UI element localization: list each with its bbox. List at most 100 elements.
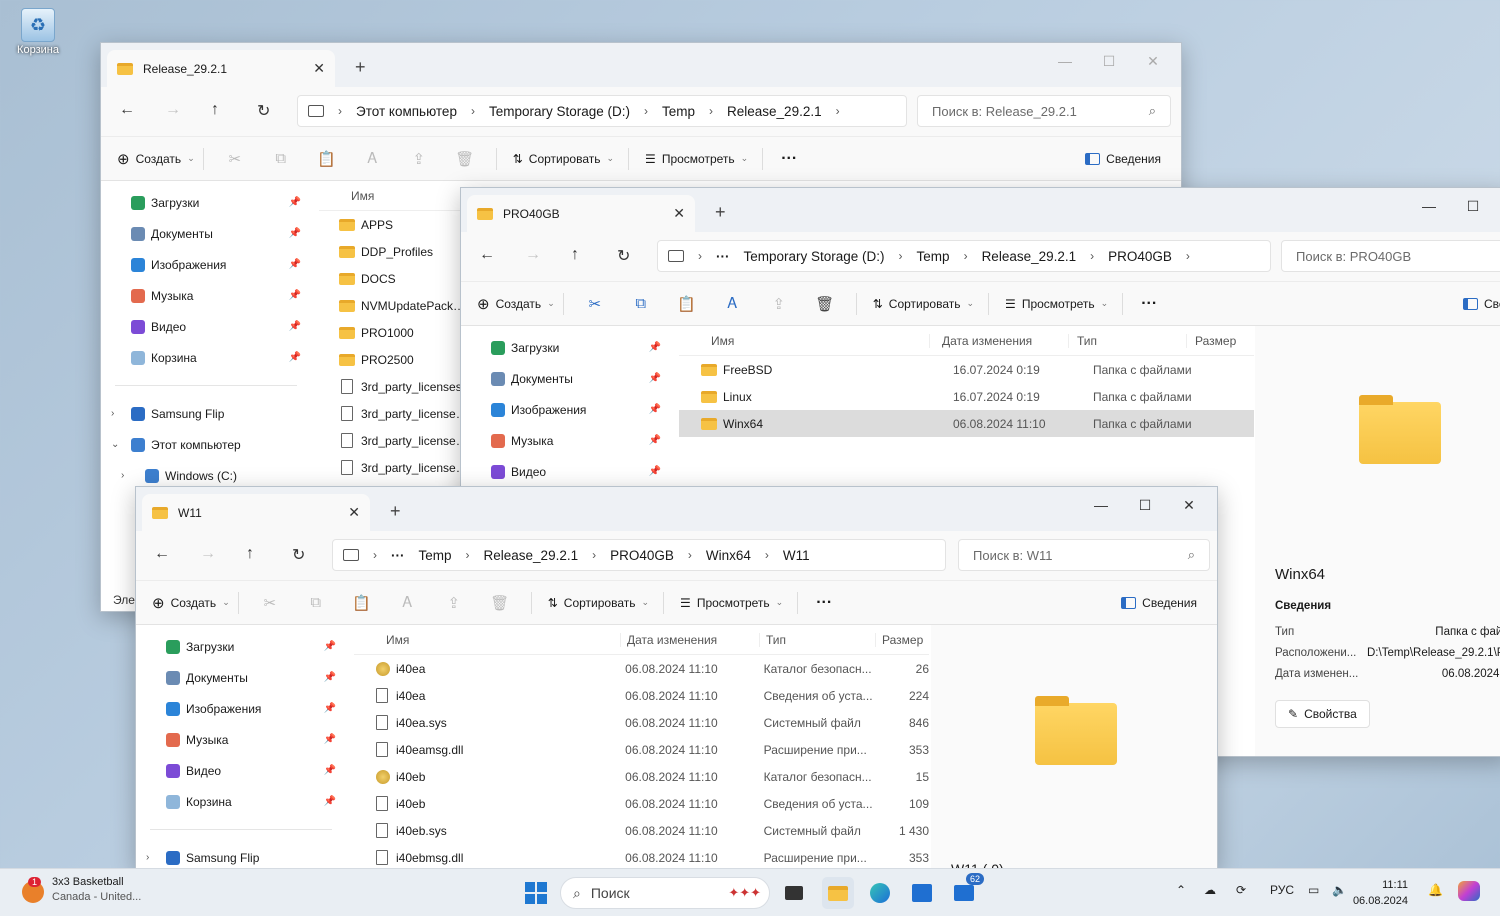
- column-header-date[interactable]: Дата изменения: [620, 632, 759, 647]
- list-item[interactable]: i40eamsg.dll 06.08.2024 11:10 Расширение п…: [354, 736, 929, 763]
- taskbar-search[interactable]: ⌕ Поиск ✦✦✦: [560, 877, 770, 909]
- new-tab-button[interactable]: +: [390, 501, 401, 522]
- list-item[interactable]: 3rd_party_licenses_G: [319, 427, 469, 454]
- chevron-up-icon[interactable]: ⌃: [1176, 883, 1186, 897]
- share-icon[interactable]: ⇪: [431, 594, 477, 612]
- input-language[interactable]: РУС: [1270, 883, 1294, 897]
- rename-icon[interactable]: Ꭺ: [385, 594, 431, 611]
- copy-icon[interactable]: ⧉: [293, 594, 339, 611]
- pin-icon[interactable]: 📌: [649, 435, 661, 446]
- breadcrumb-item[interactable]: Temp: [917, 249, 950, 264]
- pin-icon[interactable]: 📌: [324, 672, 336, 683]
- ellipsis-icon[interactable]: ···: [391, 548, 405, 563]
- nav-item[interactable]: Документы 📌: [461, 363, 671, 394]
- pin-icon[interactable]: 📌: [324, 703, 336, 714]
- nav-item[interactable]: › Samsung Flip: [136, 842, 346, 869]
- minimize-button[interactable]: —: [1043, 47, 1087, 75]
- list-item[interactable]: i40eb 06.08.2024 11:10 Каталог безопасн...…: [354, 763, 929, 790]
- pin-icon[interactable]: 📌: [289, 228, 301, 239]
- breadcrumb-item[interactable]: Winx64: [706, 548, 751, 563]
- column-header-date[interactable]: Дата изменения: [929, 333, 1068, 348]
- list-item[interactable]: i40ea 06.08.2024 11:10 Сведения об уста...…: [354, 682, 929, 709]
- recycle-bin-desktop-icon[interactable]: ♻ Корзина: [10, 8, 66, 56]
- nav-item[interactable]: › Samsung Flip: [101, 398, 311, 429]
- rename-icon[interactable]: Ꭺ: [710, 295, 756, 312]
- sort-button[interactable]: ⇅ Сортировать ⌄: [873, 297, 974, 311]
- more-button[interactable]: ···: [1141, 295, 1157, 313]
- breadcrumb-item[interactable]: Release_29.2.1: [727, 104, 822, 119]
- cloud-icon[interactable]: ☁: [1204, 883, 1216, 897]
- list-item[interactable]: i40ebmsg.dll 06.08.2024 11:10 Расширение п…: [354, 844, 929, 869]
- nav-item[interactable]: Корзина 📌: [101, 342, 311, 373]
- file-explorer-taskbar-button[interactable]: [822, 877, 854, 909]
- pin-icon[interactable]: 📌: [324, 641, 336, 652]
- list-item[interactable]: APPS: [319, 211, 469, 238]
- breadcrumb-item[interactable]: Этот компьютер: [356, 104, 457, 119]
- breadcrumb-item[interactable]: PRO40GB: [610, 548, 674, 563]
- notifications-bell-icon[interactable]: 🔔: [1428, 883, 1443, 897]
- list-item[interactable]: NVMUpdatePackage: [319, 292, 469, 319]
- list-item[interactable]: i40ea 06.08.2024 11:10 Каталог безопасн...…: [354, 655, 929, 682]
- more-button[interactable]: ···: [816, 594, 832, 612]
- close-tab-icon[interactable]: ✕: [313, 60, 325, 77]
- nav-item[interactable]: Корзина 📌: [136, 786, 346, 817]
- nav-item[interactable]: Изображения 📌: [101, 249, 311, 280]
- list-item[interactable]: i40ea.sys 06.08.2024 11:10 Системный файл 8…: [354, 709, 929, 736]
- breadcrumb-item[interactable]: Release_29.2.1: [484, 548, 579, 563]
- create-button[interactable]: ⊕ Создать ⌄: [117, 150, 195, 168]
- view-button[interactable]: ☰ Просмотреть ⌄: [680, 596, 783, 610]
- pin-icon[interactable]: 📌: [289, 290, 301, 301]
- view-button[interactable]: ☰ Просмотреть ⌄: [645, 152, 748, 166]
- paste-icon[interactable]: 📋: [304, 150, 350, 168]
- search-input[interactable]: Поиск в: Release_29.2.1 ⌕: [917, 95, 1171, 127]
- display-icon[interactable]: ▭: [1308, 883, 1319, 897]
- search-input[interactable]: Поиск в: PRO40GB: [1281, 240, 1500, 272]
- new-tab-button[interactable]: +: [715, 202, 726, 223]
- pin-icon[interactable]: 📌: [649, 373, 661, 384]
- breadcrumb[interactable]: › Этот компьютер › Temporary Storage (D:…: [297, 95, 907, 127]
- properties-button[interactable]: ✎ Свойства: [1275, 700, 1370, 728]
- list-item[interactable]: PRO2500: [319, 346, 469, 373]
- ellipsis-icon[interactable]: ···: [716, 249, 730, 264]
- create-button[interactable]: ⊕ Создать ⌄: [152, 594, 230, 612]
- list-item[interactable]: Winx64 06.08.2024 11:10 Папка с файлами: [679, 410, 1254, 437]
- rename-icon[interactable]: Ꭺ: [350, 150, 396, 167]
- column-header-type[interactable]: Тип: [759, 632, 875, 647]
- delete-icon[interactable]: 🗑: [477, 594, 523, 612]
- up-button[interactable]: ↑: [571, 246, 579, 264]
- breadcrumb-item[interactable]: Temp: [419, 548, 452, 563]
- list-item[interactable]: 3rd_party_licenses_t: [319, 454, 469, 481]
- pin-icon[interactable]: 📌: [289, 352, 301, 363]
- cut-icon[interactable]: ✂: [212, 150, 258, 168]
- nav-item[interactable]: Изображения 📌: [136, 693, 346, 724]
- delete-icon[interactable]: 🗑: [442, 150, 488, 168]
- sort-button[interactable]: ⇅ Сортировать ⌄: [513, 152, 614, 166]
- paste-icon[interactable]: 📋: [664, 295, 710, 313]
- volume-icon[interactable]: 🔈: [1332, 883, 1347, 897]
- edge-taskbar-button[interactable]: [864, 877, 896, 909]
- tab-pro40gb[interactable]: PRO40GB ✕: [467, 195, 695, 232]
- start-button[interactable]: [520, 877, 552, 909]
- forward-button[interactable]: →: [200, 545, 216, 563]
- breadcrumb-item[interactable]: Temp: [662, 104, 695, 119]
- minimize-button[interactable]: —: [1079, 491, 1123, 519]
- nav-item[interactable]: Изображения 📌: [461, 394, 671, 425]
- new-tab-button[interactable]: +: [355, 57, 366, 78]
- list-item[interactable]: i40eb 06.08.2024 11:10 Сведения об уста...…: [354, 790, 929, 817]
- list-item[interactable]: DOCS: [319, 265, 469, 292]
- pin-icon[interactable]: 📌: [289, 197, 301, 208]
- column-header-name[interactable]: Имя: [679, 334, 929, 348]
- forward-button[interactable]: →: [525, 246, 541, 264]
- breadcrumb-item[interactable]: W11: [783, 548, 810, 563]
- refresh-button[interactable]: ↻: [257, 101, 270, 121]
- cut-icon[interactable]: ✂: [572, 295, 618, 313]
- list-item[interactable]: FreeBSD 16.07.2024 0:19 Папка с файлами: [679, 356, 1254, 383]
- store-taskbar-button[interactable]: [906, 877, 938, 909]
- clock[interactable]: 11:11 06.08.2024: [1353, 877, 1408, 909]
- search-input[interactable]: Поиск в: W11 ⌕: [958, 539, 1210, 571]
- up-button[interactable]: ↑: [246, 545, 254, 563]
- share-icon[interactable]: ⇪: [756, 295, 802, 313]
- pin-icon[interactable]: 📌: [649, 466, 661, 477]
- nav-item[interactable]: Загрузки 📌: [461, 332, 671, 363]
- forward-button[interactable]: →: [165, 101, 181, 119]
